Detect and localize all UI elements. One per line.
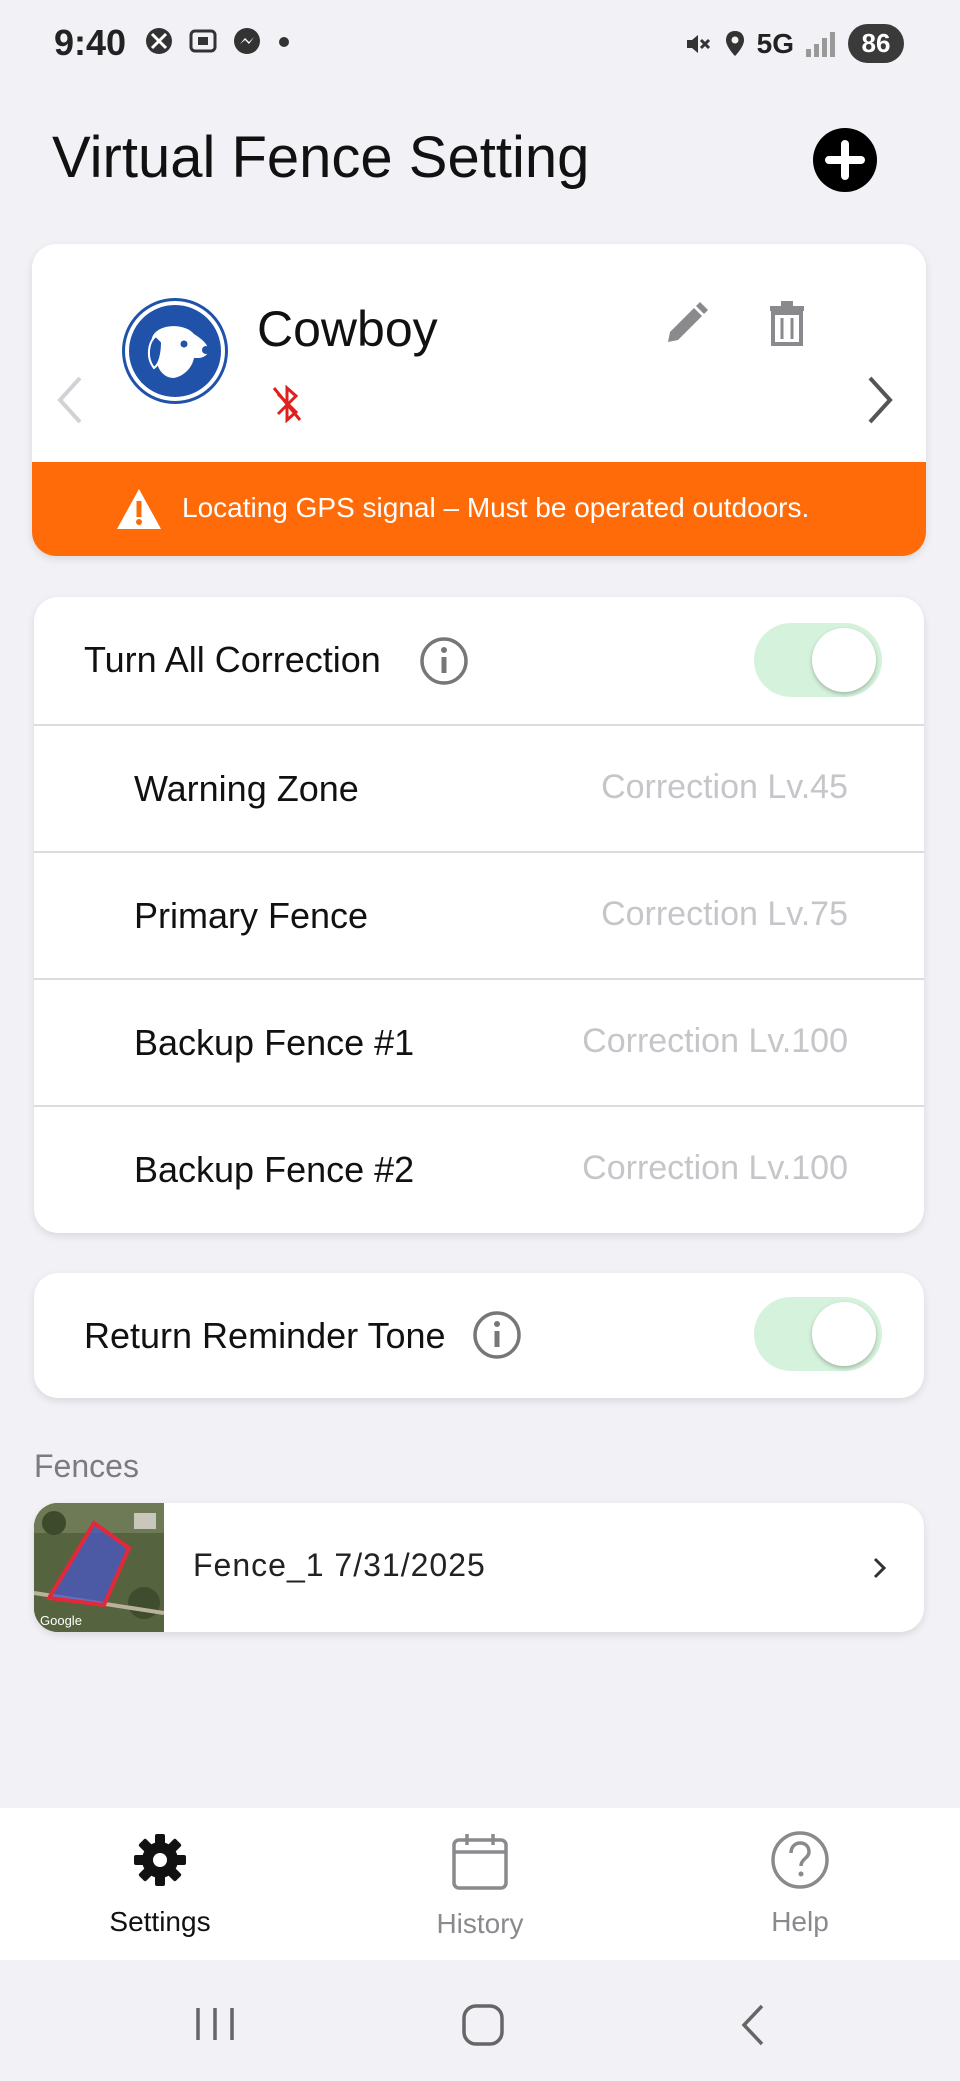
pet-avatar: [122, 298, 228, 404]
correction-row-value: Correction Lv.100: [582, 1022, 848, 1060]
recent-apps-icon[interactable]: [190, 2004, 240, 2044]
gps-warning-text: Locating GPS signal – Must be operated o…: [182, 492, 810, 523]
reminder-tone-card: Return Reminder Tone: [34, 1273, 924, 1398]
toggle-knob: [812, 1302, 876, 1366]
fence-list-item[interactable]: Google Fence_1 7/31/2025: [34, 1503, 924, 1632]
correction-row-label: Backup Fence #2: [134, 1149, 415, 1190]
correction-row-value: Correction Lv.75: [601, 895, 848, 933]
chevron-right-icon: [873, 1557, 887, 1579]
trash-icon: [770, 301, 804, 346]
battery-level: 86: [848, 24, 904, 63]
bottom-tab-bar: Settings History Help: [0, 1808, 960, 1960]
correction-row-value: Correction Lv.100: [582, 1149, 848, 1187]
dot-icon: [279, 37, 289, 47]
status-bar: 9:40 5G 86: [0, 0, 960, 90]
tab-help[interactable]: Help: [700, 1808, 900, 1960]
map-credit: Google: [40, 1613, 82, 1628]
fences-section-label: Fences: [34, 1448, 139, 1484]
correction-row-backup-fence-2[interactable]: Backup Fence #2 Correction Lv.100: [34, 1105, 924, 1232]
correction-row-value: Correction Lv.45: [601, 768, 848, 806]
fence-map-thumbnail: Google: [34, 1503, 164, 1632]
tab-settings[interactable]: Settings: [60, 1808, 260, 1960]
gps-warning-banner: Locating GPS signal – Must be operated o…: [32, 462, 926, 556]
correction-row-primary-fence[interactable]: Primary Fence Correction Lv.75: [34, 851, 924, 978]
correction-card: Turn All Correction Warning Zone Correct…: [34, 597, 924, 1233]
info-icon: [420, 637, 468, 685]
edit-pet-button[interactable]: [660, 298, 712, 355]
pencil-icon: [668, 302, 708, 342]
pet-name: Cowboy: [257, 301, 438, 357]
back-icon[interactable]: [736, 2002, 770, 2048]
fence-name: Fence_1 7/31/2025: [193, 1547, 486, 1583]
correction-row-label: Warning Zone: [134, 768, 359, 809]
tab-label: Settings: [109, 1906, 211, 1937]
messenger-icon: [234, 28, 260, 54]
tab-label: History: [436, 1908, 524, 1939]
signal-icon: [806, 31, 835, 57]
correction-toggle[interactable]: [754, 623, 882, 697]
chevron-left-icon: [57, 376, 82, 424]
xbox-icon: [146, 28, 172, 54]
system-nav-bar: [0, 1960, 960, 2081]
info-icon: [473, 1311, 521, 1359]
reminder-info-button[interactable]: [471, 1309, 523, 1366]
network-type: 5G: [756, 27, 794, 59]
correction-row-label: Primary Fence: [134, 895, 369, 936]
reminder-tone-label: Return Reminder Tone: [84, 1315, 446, 1356]
screenshot-icon: [189, 29, 217, 53]
location-icon: [725, 30, 744, 56]
correction-row-warning-zone[interactable]: Warning Zone Correction Lv.45: [34, 724, 924, 851]
previous-pet-button[interactable]: [52, 372, 88, 433]
pet-card: Cowboy Locating GPS signal – Must be ope…: [32, 244, 926, 556]
plus-icon: [825, 140, 865, 180]
tab-history[interactable]: History: [380, 1808, 580, 1960]
help-icon: [771, 1831, 829, 1889]
next-pet-button[interactable]: [862, 372, 898, 433]
mute-icon: [686, 34, 710, 53]
turn-all-correction-label: Turn All Correction: [84, 639, 381, 680]
chevron-right-icon: [868, 376, 893, 424]
calendar-icon: [452, 1834, 508, 1890]
tab-label: Help: [771, 1906, 829, 1937]
toggle-knob: [812, 628, 876, 692]
page-title: Virtual Fence Setting: [52, 125, 590, 190]
correction-info-button[interactable]: [418, 635, 470, 692]
home-icon[interactable]: [460, 2002, 506, 2048]
dog-icon: [125, 301, 225, 401]
warning-icon: [117, 489, 161, 529]
add-pet-button[interactable]: [813, 128, 877, 192]
bluetooth-disconnected-icon: [270, 384, 304, 429]
delete-pet-button[interactable]: [762, 298, 812, 355]
correction-row-label: Backup Fence #1: [134, 1022, 415, 1063]
correction-row-backup-fence-1[interactable]: Backup Fence #1 Correction Lv.100: [34, 978, 924, 1105]
status-time: 9:40: [54, 22, 127, 63]
gear-icon: [134, 1834, 186, 1886]
turn-all-correction-row: Turn All Correction: [34, 597, 924, 724]
reminder-tone-toggle[interactable]: [754, 1297, 882, 1371]
